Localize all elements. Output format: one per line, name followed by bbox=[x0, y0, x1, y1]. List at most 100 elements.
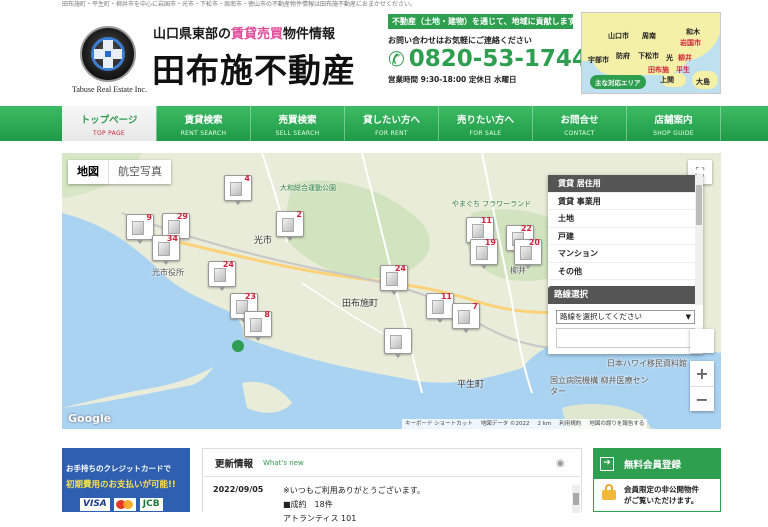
street-view-icon[interactable] bbox=[690, 329, 714, 353]
zoom-in-button[interactable]: + bbox=[690, 361, 714, 386]
tagline: 山口県東部の賃貸売買物件情報 bbox=[153, 27, 336, 42]
property-pin[interactable]: 34 bbox=[152, 234, 180, 265]
header: Tabuse Real Estate Inc. 山口県東部の賃貸売買物件情報 田… bbox=[0, 10, 768, 106]
chevron-down-icon: ▼ bbox=[685, 313, 691, 321]
area-city: 上関 bbox=[660, 76, 674, 84]
map-type-map-button[interactable]: 地図 bbox=[68, 160, 108, 184]
service-area-badge: 主な対応エリア bbox=[590, 75, 646, 89]
nav-shop-guide[interactable]: 店舗案内 SHOP GUIDE bbox=[626, 106, 721, 141]
map-place-label: 平生町 bbox=[457, 380, 485, 390]
rss-icon[interactable]: ◉ bbox=[556, 458, 567, 469]
zoom-out-button[interactable]: − bbox=[690, 386, 714, 411]
map-attribution: キーボード ショートカット 地図データ ©2022 2 km 利用規約 地図の誤… bbox=[402, 419, 648, 429]
area-city: 宇部市 bbox=[588, 56, 609, 64]
news-date: 2022/09/05 bbox=[213, 485, 264, 494]
area-city: 光 bbox=[666, 54, 673, 62]
line-list[interactable] bbox=[556, 328, 695, 348]
lock-icon bbox=[602, 484, 616, 500]
nav-sell-search[interactable]: 売買検索 SELL SEARCH bbox=[250, 106, 344, 141]
news-line: アトランティス 101 bbox=[283, 514, 357, 523]
map-type-satellite-button[interactable]: 航空写真 bbox=[108, 160, 171, 184]
property-pin[interactable]: 24 bbox=[208, 260, 236, 291]
property-pin[interactable] bbox=[384, 328, 412, 358]
promo-line1: お手持ちのクレジットカードで bbox=[66, 464, 171, 473]
google-logo: Google bbox=[68, 412, 112, 425]
area-city: 大島 bbox=[696, 78, 710, 86]
property-pin[interactable]: 2 bbox=[276, 210, 304, 241]
property-pin[interactable]: 19 bbox=[470, 238, 498, 269]
filter-item[interactable]: 土地 bbox=[548, 210, 703, 228]
map-place-label: 田布施町 bbox=[342, 299, 379, 309]
visa-logo: VISA bbox=[80, 498, 110, 511]
property-pin[interactable]: 8 bbox=[244, 310, 272, 341]
map-place-label: 光市 bbox=[254, 236, 273, 246]
keyboard-shortcuts-link[interactable]: キーボード ショートカット bbox=[405, 419, 473, 429]
map-place-label: 国立病院機構 柳井医療センター bbox=[550, 376, 649, 396]
area-city: 田布施 bbox=[648, 66, 669, 74]
slogan: 不動産（土地・建物）を通じて、地域に貢献します。 bbox=[388, 14, 583, 29]
map-place-label: やまぐち フラワーランド bbox=[452, 200, 532, 208]
nav-contact[interactable]: お問合せ CONTACT bbox=[532, 106, 626, 141]
nav-for-sale[interactable]: 売りたい方へ FOR SALE bbox=[438, 106, 532, 141]
top-description: 田布施町・平生町・柳井市を中心に岩国市・光市・下松市・周南市・徳山市の不動産物件… bbox=[62, 1, 417, 8]
member-line: がご覧いただけます。 bbox=[624, 496, 699, 505]
news-title: 更新情報 bbox=[215, 458, 254, 470]
filter-item[interactable]: その他 bbox=[548, 263, 703, 280]
line-select[interactable]: 路線を選択してください ▼ bbox=[556, 310, 695, 324]
nav-for-rent[interactable]: 貸したい方へ FOR RENT bbox=[344, 106, 438, 141]
filter-item[interactable]: 戸建 bbox=[548, 228, 703, 245]
map-data-text: 地図データ ©2022 bbox=[480, 421, 530, 427]
property-pin[interactable]: 24 bbox=[380, 264, 408, 295]
line-select-heading: 路線選択 bbox=[548, 286, 703, 304]
filter-scrollbar[interactable] bbox=[695, 175, 703, 305]
area-city: 平生 bbox=[676, 66, 690, 74]
phone-icon: ✆ bbox=[388, 47, 405, 71]
area-city: 和木 bbox=[686, 28, 700, 36]
promo-line2: 初期費用のお支払いが可能!! bbox=[66, 480, 176, 490]
news-line: ※いつもご利用ありがとうございます。 bbox=[283, 486, 425, 495]
company-name[interactable]: 田布施不動産 bbox=[152, 44, 356, 92]
filter-item[interactable]: マンション bbox=[548, 245, 703, 263]
member-signup-box[interactable]: ➔ 無料会員登録 会員限定の非公開物件 がご覧いただけます。 bbox=[593, 448, 721, 512]
main-nav: トップページ TOP PAGE 賃貸検索 RENT SEARCH 売買検索 SELL … bbox=[0, 106, 768, 141]
mastercard-logo bbox=[113, 498, 136, 511]
property-pin[interactable]: 7 bbox=[452, 302, 480, 333]
property-filter-panel: 賃貸 居住用 賃貸 事業用 土地 戸建 マンション その他 路線選択 路線を選択… bbox=[548, 175, 703, 354]
member-title: 無料会員登録 bbox=[624, 460, 682, 471]
map-type-toggle: 地図 航空写真 bbox=[68, 160, 171, 184]
news-scrollbar[interactable] bbox=[572, 485, 580, 513]
property-pin[interactable]: 20 bbox=[514, 238, 542, 269]
area-city: 周南 bbox=[642, 32, 656, 40]
map-place-label: 光市役所 bbox=[152, 268, 184, 277]
nav-rent-search[interactable]: 賃貸検索 RENT SEARCH bbox=[156, 106, 250, 141]
phone-number[interactable]: 0820-53-1744 bbox=[409, 47, 588, 71]
contact-block: 不動産（土地・建物）を通じて、地域に貢献します。 お問い合わせはお気軽にご連絡く… bbox=[388, 14, 588, 85]
property-pin[interactable]: 4 bbox=[224, 174, 252, 205]
area-city: 山口市 bbox=[608, 32, 629, 40]
news-title-en: What's new bbox=[263, 458, 304, 467]
area-city: 下松市 bbox=[638, 52, 659, 60]
jcb-logo: JCB bbox=[139, 498, 163, 511]
map-scale[interactable]: 2 km bbox=[538, 419, 552, 429]
map-place-label: 日本ハワイ移民資料館 bbox=[607, 359, 687, 368]
contact-prompt: お問い合わせはお気軽にご連絡ください bbox=[388, 36, 532, 45]
member-line: 会員限定の非公開物件 bbox=[624, 485, 699, 494]
area-city: 岩国市 bbox=[680, 39, 701, 47]
news-panel: 更新情報 What's new ◉ 2022/09/05 ※いつもご利用ありがと… bbox=[202, 448, 582, 523]
credit-card-banner[interactable]: お手持ちのクレジットカードで 初期費用のお支払いが可能!! VISA JCB bbox=[62, 448, 190, 512]
filter-item[interactable]: 賃貸 居住用 bbox=[548, 175, 703, 193]
report-error-link[interactable]: 地図の誤りを報告する bbox=[589, 419, 644, 429]
news-item: 2022/09/05 ※いつもご利用ありがとうございます。 ■成約 18件 アト… bbox=[203, 477, 581, 527]
zoom-controls: + − bbox=[690, 361, 714, 411]
logo-subtitle: Tabuse Real Estate Inc. bbox=[72, 85, 147, 94]
nav-top-page[interactable]: トップページ TOP PAGE bbox=[62, 106, 156, 141]
terms-link[interactable]: 利用規約 bbox=[559, 419, 581, 429]
business-hours: 営業時間 9:30-18:00 定休日 水曜日 bbox=[388, 75, 517, 84]
property-pin[interactable]: 11 bbox=[426, 292, 454, 323]
filter-item[interactable]: 賃貸 事業用 bbox=[548, 193, 703, 210]
company-logo-icon[interactable] bbox=[80, 26, 136, 82]
news-line: ■成約 18件 bbox=[283, 500, 333, 509]
service-area-map[interactable]: 岩国市 和木 山口市 周南 宇部市 防府 下松市 光 柳井 田布施 平生 上関 … bbox=[581, 12, 721, 94]
property-pin[interactable]: 9 bbox=[126, 213, 154, 244]
property-map[interactable]: 光市 光市役所 田布施町 平生町 大和総合運動公園 やまぐち フラワーランド 日… bbox=[62, 153, 721, 429]
